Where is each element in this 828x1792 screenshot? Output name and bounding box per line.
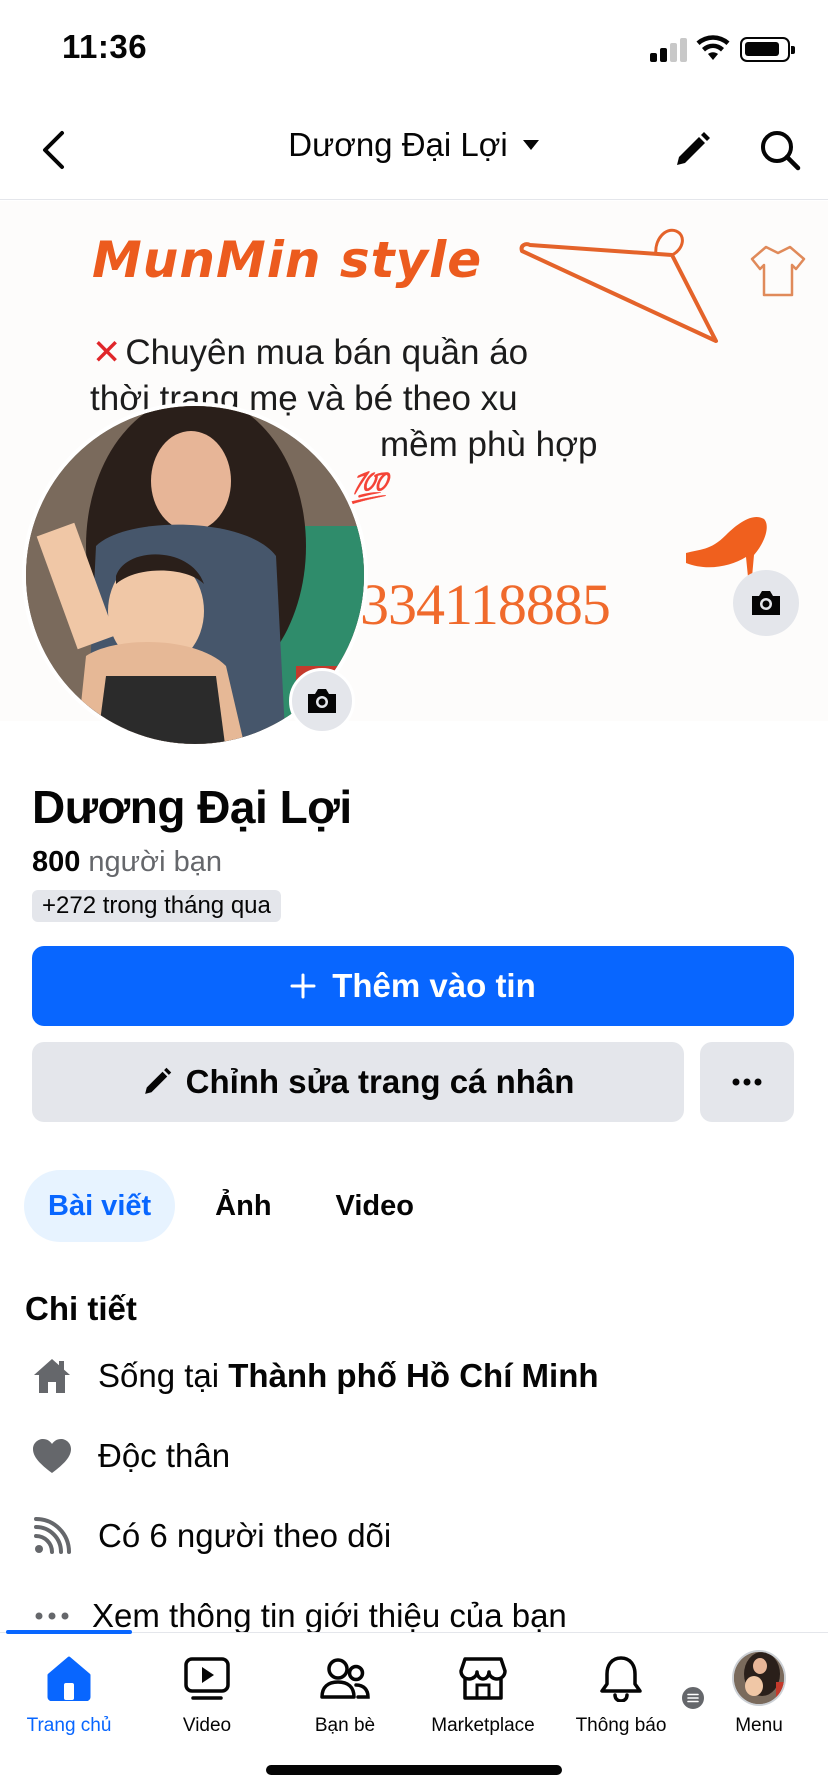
friends-label: người bạn: [88, 846, 222, 878]
detail-city[interactable]: Thành phố Hồ Chí Minh: [228, 1357, 598, 1395]
cover-line-3: mềm phù hợp: [380, 425, 598, 464]
rss-icon: [28, 1512, 76, 1560]
caret-down-icon: [522, 140, 539, 150]
red-x-icon: ✕: [92, 333, 122, 372]
edit-cover-button[interactable]: [733, 570, 799, 636]
camera-icon: [308, 689, 336, 713]
menu-profile-thumbnail: [732, 1650, 786, 1706]
more-options-button[interactable]: [700, 1042, 794, 1122]
nav-home[interactable]: Trang chủ: [0, 1651, 138, 1751]
battery-icon: [740, 37, 795, 62]
header-title: Dương Đại Lợi: [288, 126, 508, 163]
profile-tabs: Bài viết Ảnh Video: [24, 1170, 454, 1242]
plus-icon: [290, 973, 316, 999]
nav-notifications[interactable]: Thông báo: [552, 1651, 690, 1751]
details-heading: Chi tiết: [25, 1290, 137, 1327]
tab-posts[interactable]: Bài viết: [24, 1170, 176, 1242]
active-tab-indicator: [6, 1630, 132, 1634]
marketplace-icon: [456, 1651, 510, 1705]
edit-profile-picture-button[interactable]: [289, 668, 355, 734]
heart-icon: [28, 1432, 76, 1480]
video-icon: [180, 1651, 234, 1705]
detail-lives-in: Sống tại Thành phố Hồ Chí Minh: [28, 1348, 599, 1404]
cellular-signal-icon: [650, 38, 690, 62]
menu-avatar: [732, 1650, 786, 1706]
shirt-icon: [750, 245, 806, 297]
profile-name: Dương Đại Lợi: [32, 781, 352, 833]
edit-profile-button[interactable]: Chỉnh sửa trang cá nhân: [32, 1042, 684, 1122]
search-icon: [761, 131, 801, 171]
wifi-icon: [696, 35, 730, 60]
detail-followers[interactable]: Có 6 người theo dõi: [28, 1508, 391, 1564]
cover-line-4: 💯: [350, 472, 388, 505]
cover-line-1: ✕ Chuyên mua bán quần áo: [92, 333, 529, 372]
menu-lines-icon: [680, 1685, 706, 1711]
friends-count: 800: [32, 846, 81, 878]
nav-video[interactable]: Video: [138, 1651, 276, 1751]
status-bar: 11:36: [0, 0, 828, 100]
cover-brand-text: MunMin style: [92, 231, 483, 289]
friends-summary[interactable]: 800 người bạn: [32, 846, 222, 879]
hanger-icon: [519, 228, 718, 343]
nav-marketplace[interactable]: Marketplace: [414, 1651, 552, 1751]
search-button[interactable]: [752, 122, 808, 178]
home-icon: [42, 1651, 96, 1705]
camera-icon: [752, 591, 780, 615]
tab-photos[interactable]: Ảnh: [191, 1170, 295, 1242]
add-to-story-button[interactable]: Thêm vào tin: [32, 946, 794, 1026]
profile-header: Dương Đại Lợi: [0, 100, 828, 200]
nav-menu[interactable]: Menu: [690, 1650, 828, 1751]
friends-growth-badge: +272 trong tháng qua: [32, 890, 281, 922]
pencil-icon: [677, 132, 710, 165]
home-icon: [28, 1352, 76, 1400]
pencil-icon: [144, 1067, 171, 1094]
cover-phone-number: 334118885: [360, 572, 611, 637]
more-horizontal-icon: [732, 1078, 762, 1086]
nav-friends[interactable]: Bạn bè: [276, 1651, 414, 1751]
edit-button[interactable]: [666, 124, 718, 176]
detail-relationship: Độc thân: [28, 1428, 230, 1484]
tab-videos[interactable]: Video: [312, 1170, 438, 1242]
edit-profile-label: Chỉnh sửa trang cá nhân: [185, 1063, 575, 1100]
bell-icon: [594, 1651, 648, 1705]
add-to-story-label: Thêm vào tin: [332, 967, 536, 1004]
status-time: 11:36: [62, 28, 148, 65]
home-indicator: [266, 1765, 562, 1775]
friends-icon: [318, 1651, 372, 1705]
